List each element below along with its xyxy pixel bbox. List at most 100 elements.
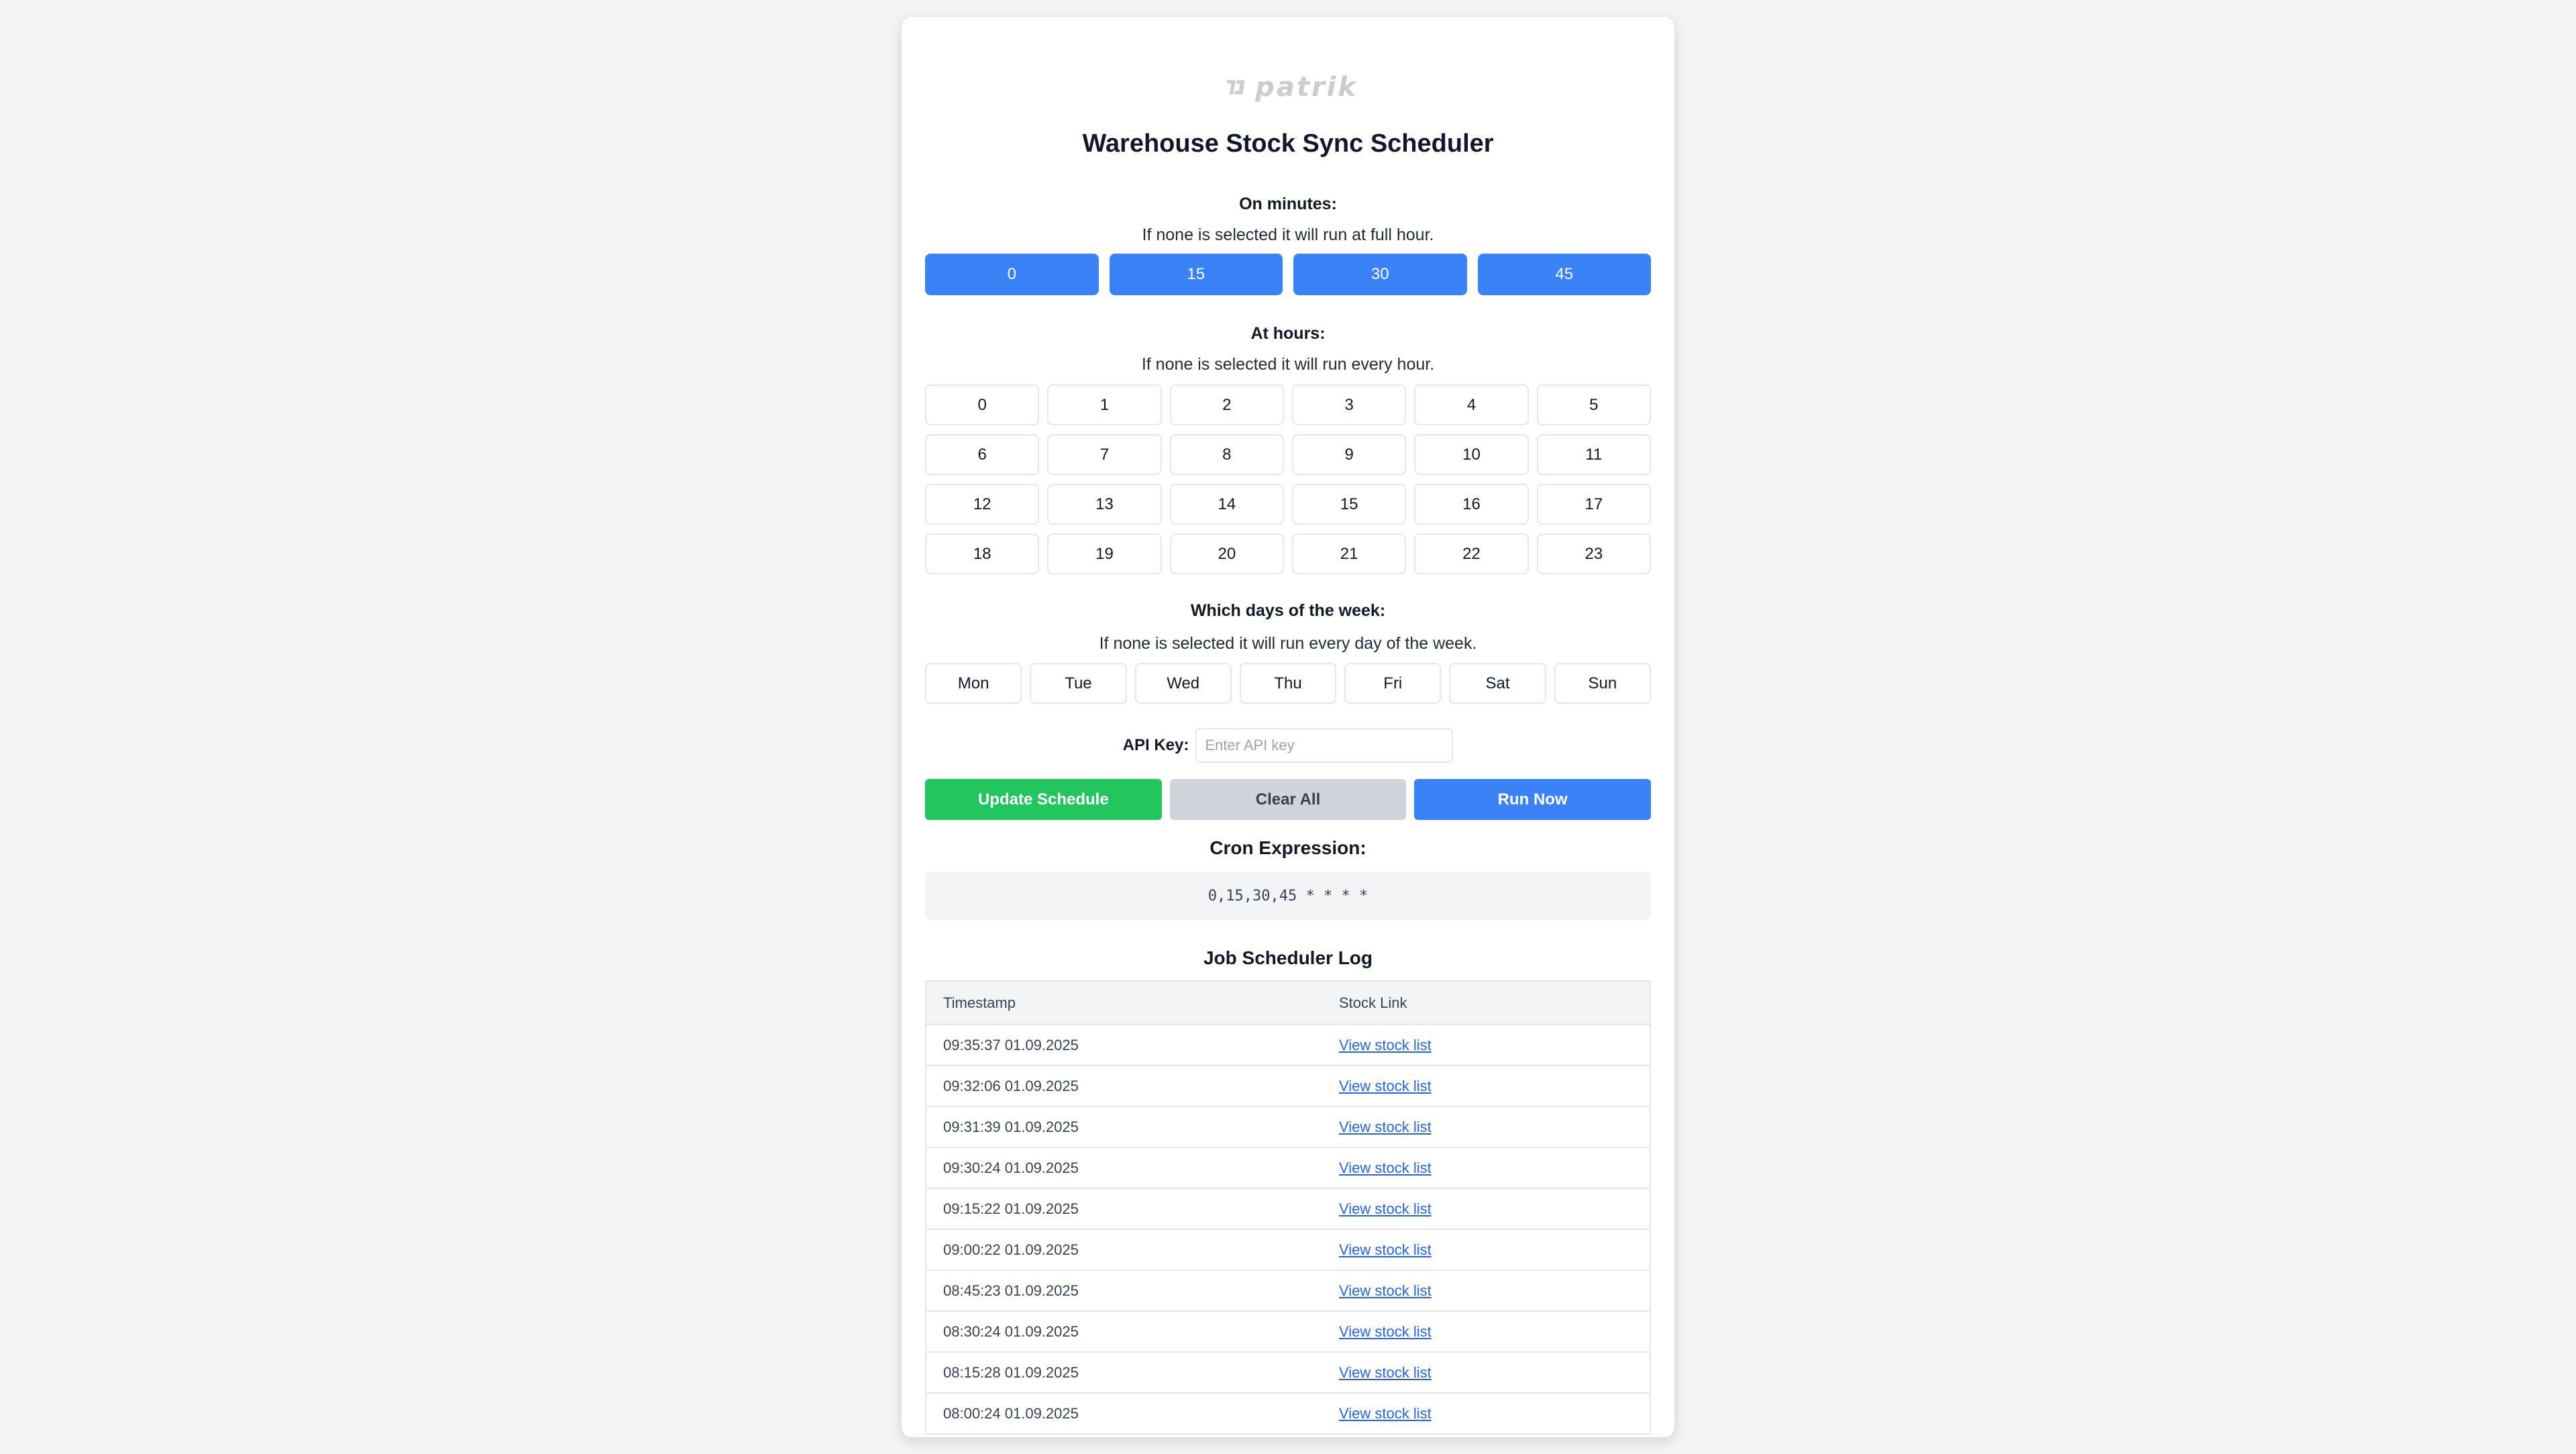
view-stock-list-link[interactable]: View stock list bbox=[1339, 1405, 1432, 1422]
log-link-cell: View stock list bbox=[1322, 1311, 1651, 1353]
hour-option-3[interactable]: 3 bbox=[1291, 384, 1407, 425]
hour-option-7[interactable]: 7 bbox=[1047, 434, 1162, 475]
minutes-subtitle: If none is selected it will run at full … bbox=[1142, 225, 1434, 244]
hour-option-16[interactable]: 16 bbox=[1414, 484, 1529, 525]
log-link-cell: View stock list bbox=[1322, 1188, 1651, 1230]
log-link-cell: View stock list bbox=[1322, 1106, 1651, 1148]
view-stock-list-link[interactable]: View stock list bbox=[1339, 1364, 1432, 1381]
hour-option-10[interactable]: 10 bbox=[1414, 434, 1529, 475]
day-option-sat[interactable]: Sat bbox=[1449, 663, 1546, 704]
table-row: 09:32:06 01.09.2025 View stock list bbox=[925, 1066, 1651, 1107]
log-timestamp: 09:31:39 01.09.2025 bbox=[925, 1106, 1322, 1148]
log-link-cell: View stock list bbox=[1322, 1025, 1651, 1066]
scheduler-card: patrik Warehouse Stock Sync Scheduler On… bbox=[902, 17, 1674, 1437]
days-options: Mon Tue Wed Thu Fri Sat Sun bbox=[925, 663, 1651, 704]
hour-option-12[interactable]: 12 bbox=[925, 484, 1040, 525]
log-timestamp: 08:30:24 01.09.2025 bbox=[925, 1311, 1322, 1353]
hour-option-15[interactable]: 15 bbox=[1291, 484, 1407, 525]
cron-expression: 0,15,30,45 * * * * bbox=[925, 872, 1651, 920]
hour-option-23[interactable]: 23 bbox=[1536, 533, 1651, 574]
minute-option-15[interactable]: 15 bbox=[1109, 254, 1283, 295]
log-link-cell: View stock list bbox=[1322, 1066, 1651, 1107]
hour-option-21[interactable]: 21 bbox=[1291, 533, 1407, 574]
table-row: 08:15:28 01.09.2025 View stock list bbox=[925, 1352, 1651, 1394]
hour-option-9[interactable]: 9 bbox=[1291, 434, 1407, 475]
hour-option-14[interactable]: 14 bbox=[1169, 484, 1284, 525]
logo-mark-icon bbox=[1226, 80, 1245, 95]
table-row: 08:45:23 01.09.2025 View stock list bbox=[925, 1270, 1651, 1312]
log-link-cell: View stock list bbox=[1322, 1352, 1651, 1394]
hour-option-5[interactable]: 5 bbox=[1536, 384, 1651, 425]
hour-option-13[interactable]: 13 bbox=[1047, 484, 1162, 525]
api-key-label: API Key: bbox=[1122, 736, 1189, 754]
log-timestamp: 09:00:22 01.09.2025 bbox=[925, 1229, 1322, 1271]
log-link-cell: View stock list bbox=[1322, 1147, 1651, 1189]
hours-options: 0 1 2 3 4 5 6 7 8 9 10 11 12 13 14 15 16 17 18 19 20 21 22 23 bbox=[925, 384, 1651, 574]
log-timestamp: 09:15:22 01.09.2025 bbox=[925, 1188, 1322, 1230]
minute-option-30[interactable]: 30 bbox=[1293, 254, 1467, 295]
minute-option-0[interactable]: 0 bbox=[925, 254, 1099, 295]
api-key-row: API Key: bbox=[902, 728, 1674, 763]
minutes-title: On minutes: bbox=[1239, 195, 1337, 213]
logo-text: patrik bbox=[1255, 72, 1358, 103]
view-stock-list-link[interactable]: View stock list bbox=[1339, 1282, 1432, 1299]
log-timestamp: 08:15:28 01.09.2025 bbox=[925, 1352, 1322, 1394]
column-header-timestamp: Timestamp bbox=[925, 980, 1322, 1025]
view-stock-list-link[interactable]: View stock list bbox=[1339, 1159, 1432, 1176]
day-option-fri[interactable]: Fri bbox=[1344, 663, 1442, 704]
hour-option-18[interactable]: 18 bbox=[925, 533, 1040, 574]
log-timestamp: 09:35:37 01.09.2025 bbox=[925, 1025, 1322, 1066]
api-key-input[interactable] bbox=[1195, 728, 1454, 763]
day-option-wed[interactable]: Wed bbox=[1134, 663, 1232, 704]
view-stock-list-link[interactable]: View stock list bbox=[1339, 1119, 1432, 1135]
log-link-cell: View stock list bbox=[1322, 1270, 1651, 1312]
table-row: 08:30:24 01.09.2025 View stock list bbox=[925, 1311, 1651, 1353]
log-timestamp: 09:32:06 01.09.2025 bbox=[925, 1066, 1322, 1107]
table-row: 09:35:37 01.09.2025 View stock list bbox=[925, 1025, 1651, 1066]
day-option-mon[interactable]: Mon bbox=[925, 663, 1022, 704]
view-stock-list-link[interactable]: View stock list bbox=[1339, 1078, 1432, 1094]
log-title: Job Scheduler Log bbox=[1203, 947, 1373, 968]
page-title: Warehouse Stock Sync Scheduler bbox=[1082, 129, 1494, 158]
table-row: 09:15:22 01.09.2025 View stock list bbox=[925, 1188, 1651, 1230]
view-stock-list-link[interactable]: View stock list bbox=[1339, 1200, 1432, 1217]
hour-option-22[interactable]: 22 bbox=[1414, 533, 1529, 574]
hours-title: At hours: bbox=[1250, 324, 1326, 343]
cron-title: Cron Expression: bbox=[1210, 837, 1366, 858]
hour-option-20[interactable]: 20 bbox=[1169, 533, 1284, 574]
minutes-options: 0 15 30 45 bbox=[925, 254, 1651, 295]
action-buttons: Update Schedule Clear All Run Now bbox=[925, 779, 1651, 820]
table-row: 09:31:39 01.09.2025 View stock list bbox=[925, 1106, 1651, 1148]
table-row: 09:00:22 01.09.2025 View stock list bbox=[925, 1229, 1651, 1271]
day-option-thu[interactable]: Thu bbox=[1239, 663, 1337, 704]
hour-option-1[interactable]: 1 bbox=[1047, 384, 1162, 425]
view-stock-list-link[interactable]: View stock list bbox=[1339, 1241, 1432, 1258]
view-stock-list-link[interactable]: View stock list bbox=[1339, 1323, 1432, 1340]
column-header-stock-link: Stock Link bbox=[1322, 980, 1651, 1025]
log-body: 09:35:37 01.09.2025 View stock list 09:32:… bbox=[925, 1025, 1651, 1435]
minute-option-45[interactable]: 45 bbox=[1477, 254, 1651, 295]
run-now-button[interactable]: Run Now bbox=[1414, 779, 1651, 820]
view-stock-list-link[interactable]: View stock list bbox=[1339, 1037, 1432, 1053]
log-timestamp: 08:00:24 01.09.2025 bbox=[925, 1393, 1322, 1435]
hour-option-19[interactable]: 19 bbox=[1047, 533, 1162, 574]
log-link-cell: View stock list bbox=[1322, 1229, 1651, 1271]
table-row: 09:30:24 01.09.2025 View stock list bbox=[925, 1147, 1651, 1189]
update-schedule-button[interactable]: Update Schedule bbox=[925, 779, 1162, 820]
hour-option-8[interactable]: 8 bbox=[1169, 434, 1284, 475]
day-option-sun[interactable]: Sun bbox=[1554, 663, 1651, 704]
hour-option-2[interactable]: 2 bbox=[1169, 384, 1284, 425]
hour-option-6[interactable]: 6 bbox=[925, 434, 1040, 475]
clear-all-button[interactable]: Clear All bbox=[1169, 779, 1407, 820]
hour-option-11[interactable]: 11 bbox=[1536, 434, 1651, 475]
hour-option-4[interactable]: 4 bbox=[1414, 384, 1529, 425]
table-row: 08:00:24 01.09.2025 View stock list bbox=[925, 1393, 1651, 1435]
days-subtitle: If none is selected it will run every da… bbox=[1099, 634, 1477, 653]
hour-option-17[interactable]: 17 bbox=[1536, 484, 1651, 525]
log-table: Timestamp Stock Link 09:35:37 01.09.2025… bbox=[925, 980, 1651, 1435]
log-header-row: Timestamp Stock Link bbox=[925, 980, 1651, 1025]
hour-option-0[interactable]: 0 bbox=[925, 384, 1040, 425]
days-title: Which days of the week: bbox=[1190, 601, 1386, 620]
log-timestamp: 09:30:24 01.09.2025 bbox=[925, 1147, 1322, 1189]
day-option-tue[interactable]: Tue bbox=[1030, 663, 1127, 704]
